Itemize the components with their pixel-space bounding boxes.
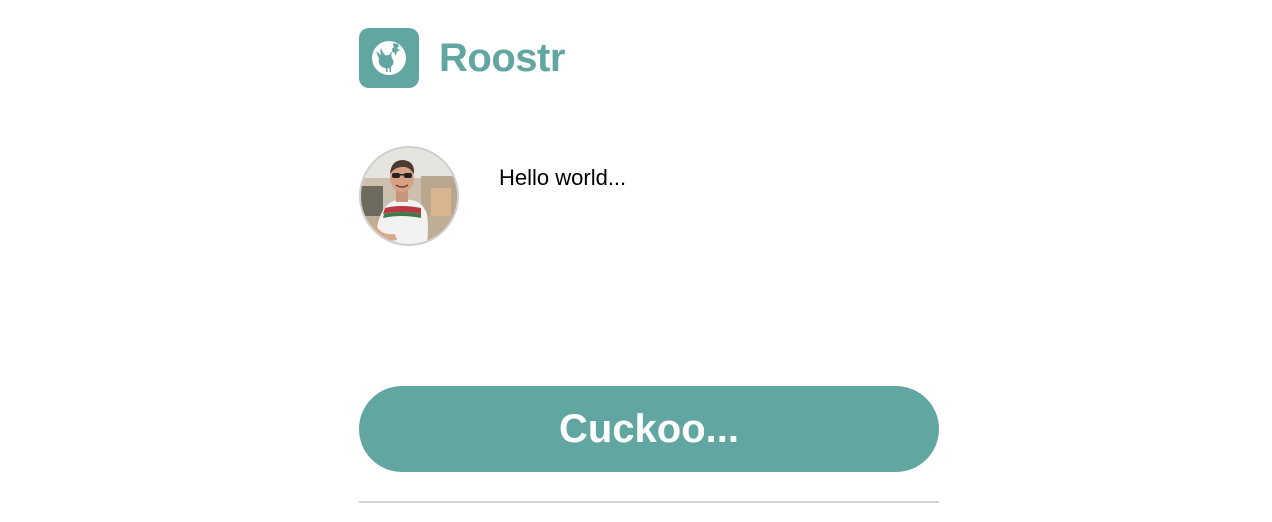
rooster-icon [372,41,406,75]
avatar[interactable] [359,146,459,246]
app-column: Roostr Hello world... Cuckoo... [359,0,939,522]
app-header: Roostr [359,28,565,88]
post-composer [359,146,939,246]
user-avatar-photo [361,148,457,244]
app-logo[interactable] [359,28,419,88]
divider [359,501,939,503]
post-input[interactable] [489,158,939,198]
cuckoo-submit-button[interactable]: Cuckoo... [359,386,939,472]
app-title: Roostr [439,36,565,80]
